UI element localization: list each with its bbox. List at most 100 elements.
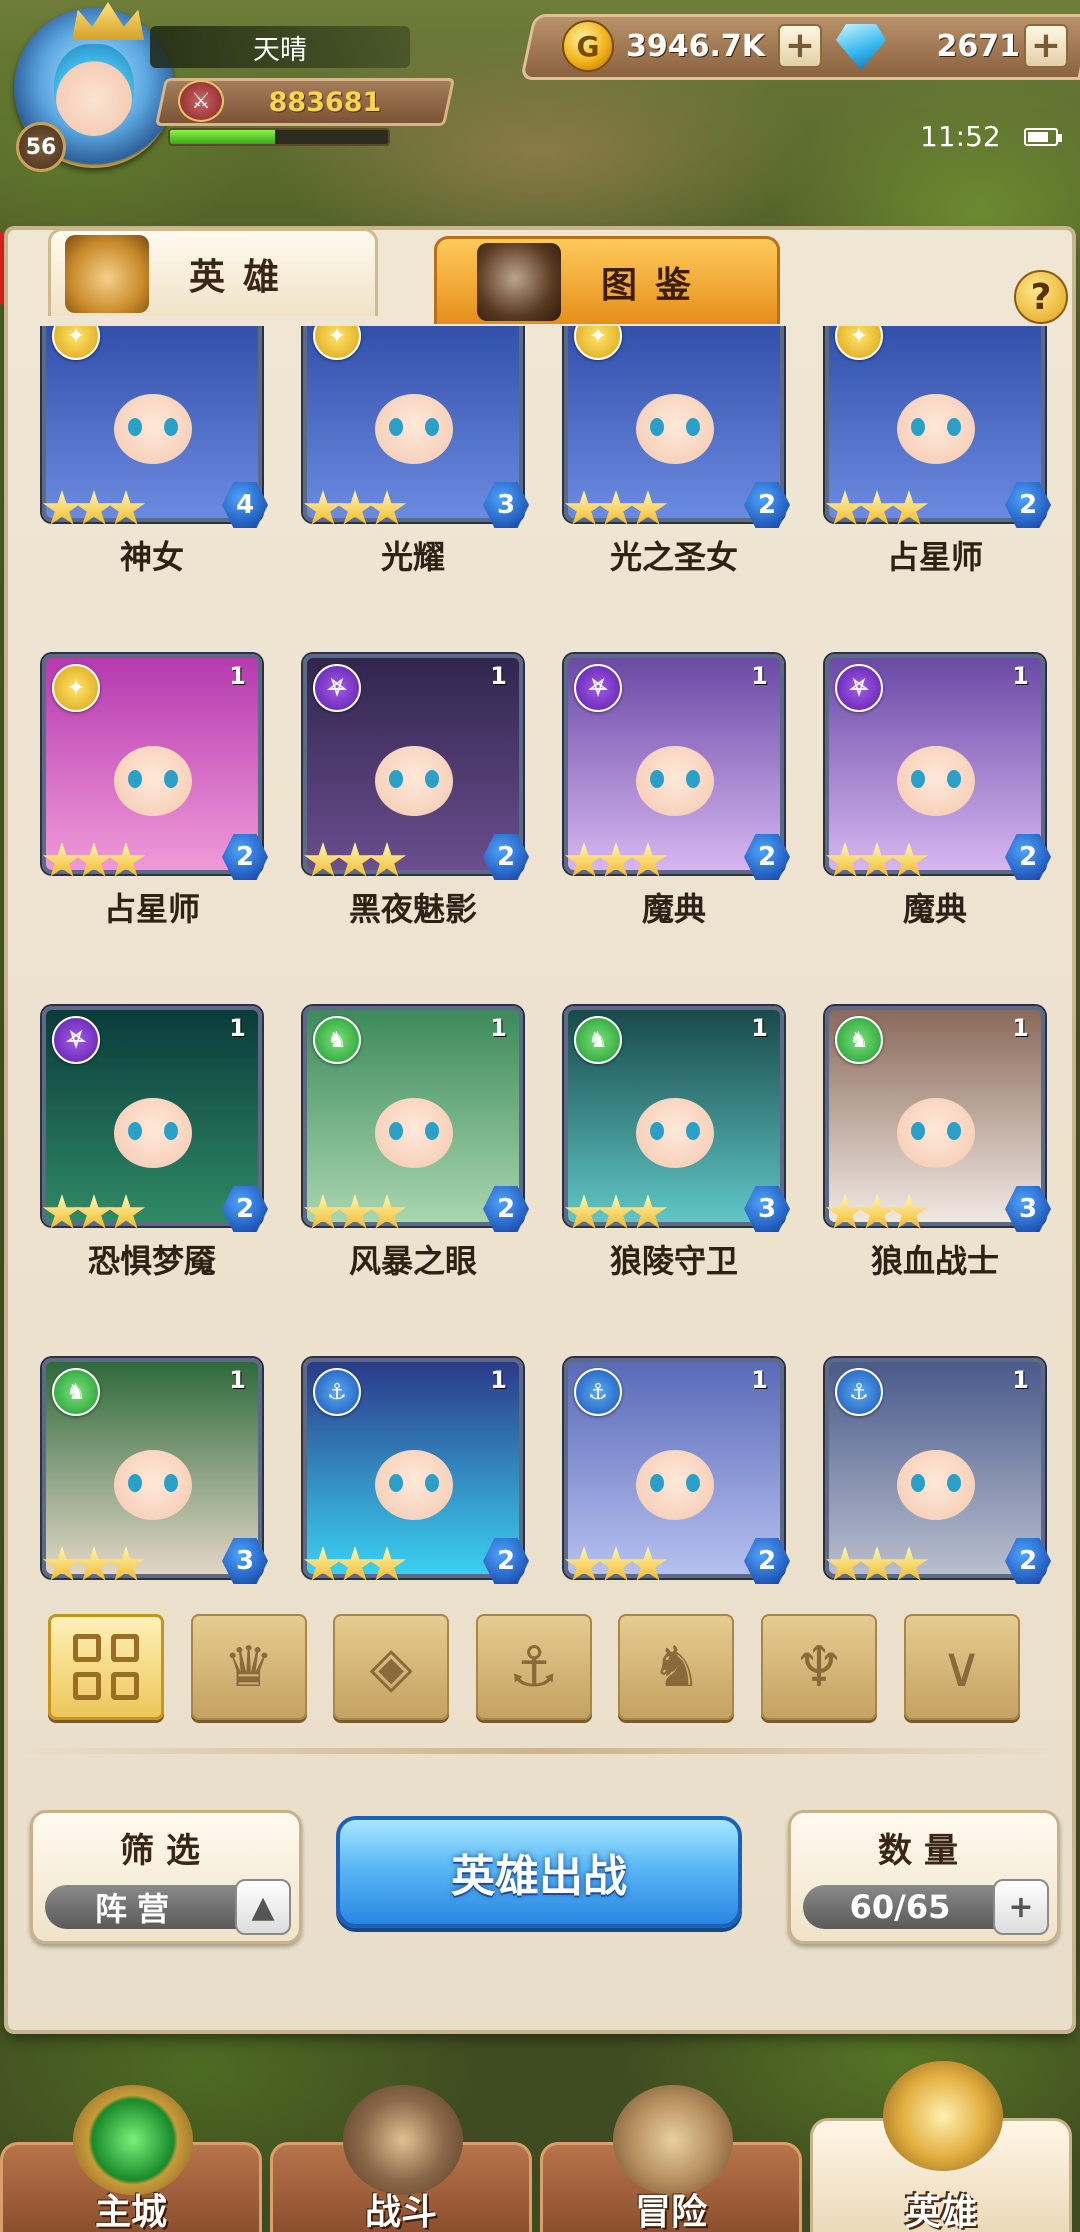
nav-tab[interactable]: 英雄	[810, 2061, 1072, 2232]
hero-card[interactable]: ✦ 2 光之圣女	[564, 326, 790, 582]
hero-eye	[389, 770, 403, 788]
hero-card[interactable]: ✦ 3 光耀	[303, 326, 529, 582]
hero-eye	[425, 1122, 439, 1140]
hero-eye	[686, 1474, 700, 1492]
nav-tab[interactable]: 主城	[0, 2085, 262, 2232]
hero-name: 光之圣女	[609, 538, 738, 576]
hero-card[interactable]: ✦ 1 2 占星师	[42, 654, 268, 934]
hero-stars	[825, 842, 929, 882]
sea-faction-filter[interactable]: ⚓	[475, 1614, 592, 1720]
hero-name: 魔典	[641, 890, 706, 928]
star-icon	[825, 490, 865, 525]
filter-title: 筛选	[120, 1831, 212, 1871]
dropdown-up-icon[interactable]: ▲	[235, 1879, 291, 1935]
star-icon	[335, 842, 375, 877]
nav-tab[interactable]: 战斗	[270, 2085, 532, 2232]
hero-card[interactable]: ⛧ 1 2 黑夜魅影	[303, 654, 529, 934]
hero-eye	[686, 418, 700, 436]
beast-faction-filter[interactable]: ♞	[618, 1614, 735, 1720]
star-icon	[335, 1194, 375, 1229]
nature-faction-filter[interactable]: ♛	[190, 1614, 307, 1720]
light-faction-icon: ✦	[52, 326, 100, 360]
hero-eye	[425, 418, 439, 436]
hero-eye	[911, 418, 925, 436]
hero-stars	[42, 1546, 146, 1586]
hero-card[interactable]: ♞ 1 3	[42, 1358, 268, 1600]
hero-card[interactable]: ♞ 1 2 风暴之眼	[303, 1006, 529, 1286]
gold-coin-icon: G	[562, 20, 614, 72]
hero-eye	[389, 418, 403, 436]
star-icon	[74, 842, 114, 877]
hero-card[interactable]: ⚓ 1 2	[564, 1358, 790, 1600]
hero-card[interactable]: ⚓ 1 2	[303, 1358, 529, 1600]
tab-codex[interactable]: 图鉴	[434, 236, 780, 324]
hero-eye	[128, 418, 142, 436]
hero-card[interactable]: ✦ 2 占星师	[825, 326, 1051, 582]
star-icon	[42, 842, 82, 877]
star-icon	[825, 842, 865, 877]
all-factions-filter[interactable]	[48, 1614, 164, 1720]
add-capacity-button[interactable]: +	[993, 1879, 1049, 1935]
hero-copy-count: 1	[229, 1366, 246, 1394]
hero-portrait-frame: ⛧ 1	[303, 654, 523, 874]
hero-name: 占星师	[103, 890, 200, 928]
anchor-icon: ⚓	[835, 1368, 883, 1416]
hero-card[interactable]: ⛧ 1 2 魔典	[564, 654, 790, 934]
hero-stars	[42, 842, 146, 882]
tab-heroes[interactable]: 英雄	[48, 228, 378, 316]
hero-portrait	[897, 1450, 975, 1520]
hero-eye	[686, 1122, 700, 1140]
hero-card[interactable]: ⛧ 1 2 恐惧梦魇	[42, 1006, 268, 1286]
hero-card[interactable]: ♞ 1 3 狼血战士	[825, 1006, 1051, 1286]
filter-dropdown[interactable]: 阵营 ▲	[45, 1879, 291, 1935]
hero-portrait	[636, 1450, 714, 1520]
star-icon	[596, 842, 636, 877]
hero-portrait-frame: ⚓ 1	[564, 1358, 784, 1578]
hero-name: 魔典	[902, 890, 967, 928]
hero-card[interactable]: ✦ 4 神女	[42, 326, 268, 582]
hero-stars	[303, 490, 407, 530]
add-gold-button[interactable]: +	[778, 24, 822, 68]
hero-eye	[128, 1122, 142, 1140]
hero-name: 神女	[119, 538, 184, 576]
hero-name: 光耀	[380, 538, 445, 576]
hero-copy-count: 1	[1012, 1014, 1029, 1042]
nav-label: 英雄	[904, 2192, 977, 2232]
add-gems-button[interactable]: +	[1024, 24, 1068, 68]
order-faction-filter[interactable]: ◈	[333, 1614, 450, 1720]
hero-name: 黑夜魅影	[348, 890, 477, 928]
dark-faction-filter[interactable]: ♆	[761, 1614, 877, 1720]
hero-portrait	[636, 746, 714, 816]
light-faction-filter[interactable]: ∨	[903, 1614, 1020, 1720]
star-icon	[74, 1546, 114, 1581]
hero-stars	[825, 490, 929, 530]
count-title: 数量	[878, 1831, 970, 1871]
anchor-icon: ⚓	[508, 1634, 559, 1700]
filter-value: 阵营	[94, 1890, 179, 1928]
hero-card[interactable]: ♞ 1 3 狼陵守卫	[564, 1006, 790, 1286]
hero-name: 狼血战士	[870, 1242, 999, 1280]
star-icon	[596, 1546, 636, 1581]
star-icon	[857, 1194, 897, 1229]
nav-label: 战斗	[364, 2192, 437, 2232]
hero-copy-count: 1	[490, 1366, 507, 1394]
hero-stars	[564, 1194, 668, 1234]
hero-portrait-frame: ♞ 1	[825, 1006, 1045, 1226]
hero-portrait-frame: ♞ 1	[564, 1006, 784, 1226]
tab-codex-label: 图鉴	[601, 264, 710, 306]
hero-eye	[164, 1122, 178, 1140]
hero-stars	[303, 1194, 407, 1234]
help-button[interactable]: ?	[1014, 270, 1068, 324]
hero-count-value: 60/65	[849, 1888, 951, 1926]
deploy-heroes-button[interactable]: 英雄出战	[336, 1816, 742, 1928]
hero-grid[interactable]: ✦ 4 神女 ✦ 3 光耀 ✦ 2 光之圣女 ✦ 2 占星师 ✦ 1 2 占星师 ⛧ 1 2 黑夜魅影 ⛧ 1 2 魔典 ⛧ 1 2…	[8, 326, 1072, 1600]
hero-eye	[650, 1122, 664, 1140]
nav-tab[interactable]: 冒险	[540, 2085, 802, 2232]
hero-stars	[825, 1546, 929, 1586]
hero-card[interactable]: ⛧ 1 2 魔典	[825, 654, 1051, 934]
hero-stars	[825, 1194, 929, 1234]
star-icon	[857, 490, 897, 525]
star-icon	[303, 842, 343, 877]
beast-faction-icon: ♞	[835, 1016, 883, 1064]
hero-card[interactable]: ⚓ 1 2	[825, 1358, 1051, 1600]
